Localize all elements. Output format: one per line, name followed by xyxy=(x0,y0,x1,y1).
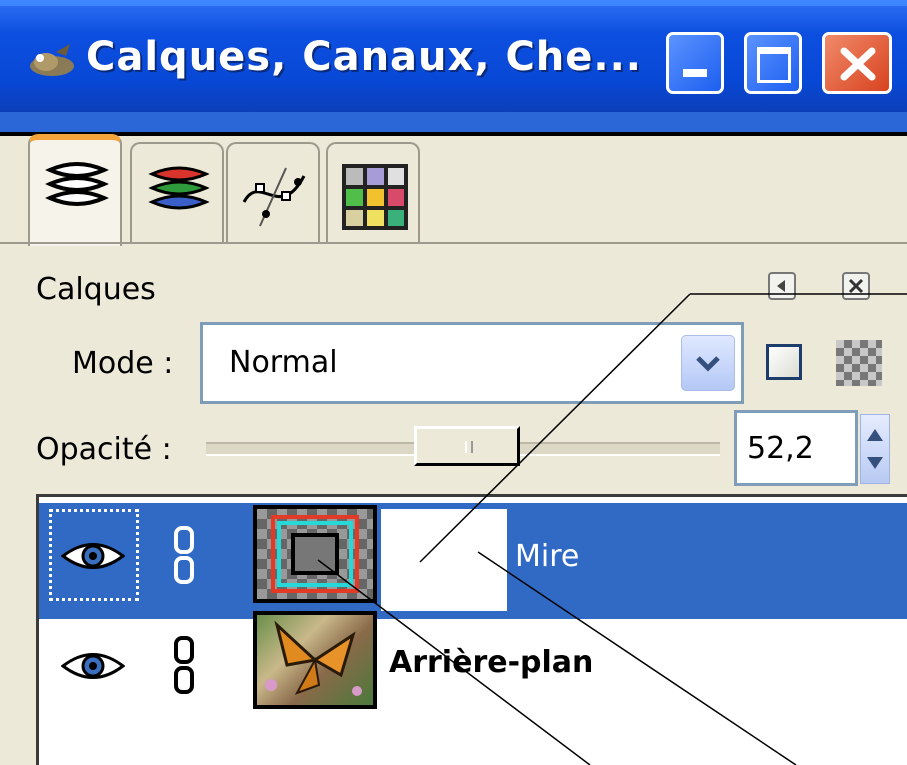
layer-thumbnail xyxy=(253,611,377,709)
tab-divider xyxy=(0,242,907,244)
opacity-value: 52,2 xyxy=(747,431,814,466)
eye-icon[interactable] xyxy=(61,647,125,685)
layer-row-mire[interactable]: Mire xyxy=(39,503,907,619)
eye-icon[interactable] xyxy=(61,537,125,575)
layers-list[interactable]: Mire Arrière-plan xyxy=(36,494,907,765)
opacity-slider-thumb[interactable] xyxy=(414,426,520,466)
tab-channels[interactable] xyxy=(130,142,224,242)
maximize-button[interactable] xyxy=(744,32,802,94)
opacity-spin-buttons[interactable] xyxy=(860,414,890,484)
mode-dropdown-button[interactable] xyxy=(681,335,735,391)
opacity-label: Opacité : xyxy=(36,432,172,467)
minimize-button[interactable] xyxy=(666,32,724,94)
chain-icon[interactable] xyxy=(173,635,195,695)
layer-name: Arrière-plan xyxy=(389,645,594,680)
chevron-down-icon xyxy=(696,356,720,372)
opacity-spinbox[interactable]: 52,2 xyxy=(734,410,858,486)
mode-label: Mode : xyxy=(72,346,174,381)
tab-layers[interactable] xyxy=(28,134,122,246)
butterfly-photo-icon xyxy=(265,620,362,696)
maximize-icon xyxy=(757,47,791,83)
close-tab-icon xyxy=(848,278,864,294)
layer-row-arriere-plan[interactable]: Arrière-plan xyxy=(39,611,907,727)
dock-tabs xyxy=(0,132,907,246)
panel-close-button[interactable] xyxy=(842,272,870,300)
slider-grip-icon xyxy=(465,441,473,453)
tab-paths[interactable] xyxy=(226,142,320,242)
dialog-window: Calques, Canaux, Che... Calques Mode: N… xyxy=(0,0,907,765)
test-pattern-icon xyxy=(271,515,359,593)
chain-icon[interactable] xyxy=(173,525,195,585)
panel-menu-button[interactable] xyxy=(768,272,796,300)
title-bar[interactable]: Calques, Canaux, Che... xyxy=(0,0,907,112)
mode-value: Normal xyxy=(229,345,338,380)
menu-arrow-icon xyxy=(777,280,785,292)
window-title: Calques, Canaux, Che... xyxy=(86,34,642,80)
paths-icon xyxy=(242,167,306,227)
channels-icon xyxy=(148,166,210,210)
gimp-icon xyxy=(30,44,74,76)
layer-mask-thumbnail xyxy=(381,509,507,611)
tab-colormap[interactable] xyxy=(326,142,420,242)
colormap-icon xyxy=(342,164,408,230)
spin-arrows-icon xyxy=(867,429,883,469)
lock-alpha-icon[interactable] xyxy=(836,340,882,386)
mode-select[interactable]: Normal xyxy=(200,322,744,404)
layers-icon xyxy=(45,162,109,206)
layer-thumbnail xyxy=(253,505,377,603)
panel-title: Calques xyxy=(36,272,156,307)
layer-name: Mire xyxy=(515,539,580,574)
close-icon xyxy=(840,47,876,81)
lock-pixels-checkbox[interactable] xyxy=(766,344,802,380)
close-button[interactable] xyxy=(822,32,892,94)
minimize-icon xyxy=(683,69,707,77)
